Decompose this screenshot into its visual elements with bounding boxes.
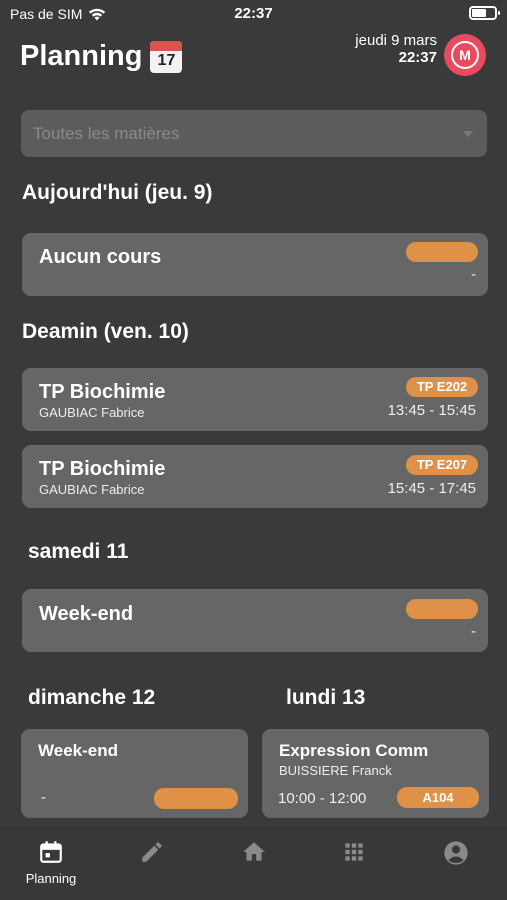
course-card[interactable]: Week-end -	[22, 589, 488, 652]
course-card[interactable]: Aucun cours -	[22, 233, 488, 296]
status-time: 22:37	[234, 5, 273, 22]
course-time: 15:45 - 17:45	[387, 480, 476, 497]
calendar-emoji-day: 17	[157, 51, 176, 69]
calendar-icon	[40, 841, 62, 863]
course-card[interactable]: Expression Comm BUISSIERE Franck 10:00 -…	[262, 729, 489, 818]
page-title: Planning 17	[20, 40, 183, 73]
header: Planning 17 jeudi 9 mars 22:37 M	[0, 28, 507, 98]
status-bar: Pas de SIM 22:37	[0, 0, 507, 28]
tab-planning-label: Planning	[25, 871, 77, 886]
course-card[interactable]: TP Biochimie GAUBIAC Fabrice TP E207 15:…	[22, 445, 488, 508]
dropdown-arrow-icon	[463, 131, 473, 137]
home-icon	[243, 842, 265, 861]
tab-apps[interactable]	[319, 839, 389, 865]
section-title-today: Aujourd'hui (jeu. 9)	[22, 181, 213, 204]
room-badge	[154, 788, 238, 809]
section-title-sunday: dimanche 12	[28, 686, 156, 709]
course-title: Expression Comm	[279, 741, 429, 760]
course-card[interactable]: Week-end -	[21, 729, 248, 818]
tab-edit[interactable]	[117, 839, 187, 865]
room-badge: A104	[397, 787, 479, 808]
battery-icon	[469, 6, 500, 20]
room-badge: TP E207	[406, 455, 478, 475]
room-badge	[406, 242, 478, 262]
course-time: -	[471, 266, 476, 283]
subject-filter-placeholder: Toutes les matières	[33, 124, 180, 143]
account-icon	[444, 841, 468, 865]
section-title-tomorrow: Deamin (ven. 10)	[22, 320, 189, 343]
room-badge: TP E202	[406, 377, 478, 397]
course-time: -	[471, 623, 476, 640]
course-teacher: GAUBIAC Fabrice	[39, 482, 145, 497]
pencil-icon	[142, 842, 162, 862]
page-title-text: Planning	[20, 40, 143, 72]
tab-home[interactable]	[219, 839, 289, 865]
calendar-emoji-icon: 17	[150, 40, 183, 73]
subject-filter-select[interactable]: Toutes les matières	[21, 110, 487, 157]
tab-account[interactable]	[421, 839, 491, 867]
header-date: jeudi 9 mars	[355, 32, 437, 49]
course-card[interactable]: TP Biochimie GAUBIAC Fabrice TP E202 13:…	[22, 368, 488, 431]
course-title: TP Biochimie	[39, 458, 166, 480]
room-badge	[406, 599, 478, 619]
course-time: 10:00 - 12:00	[278, 790, 367, 807]
course-time: 13:45 - 15:45	[387, 402, 476, 419]
course-teacher: BUISSIERE Franck	[279, 763, 392, 778]
course-title: TP Biochimie	[39, 381, 166, 403]
section-title-monday: lundi 13	[286, 686, 366, 709]
header-datetime: jeudi 9 mars 22:37	[355, 32, 437, 66]
section-title-saturday: samedi 11	[28, 540, 129, 563]
grid-icon	[345, 843, 363, 861]
course-teacher: GAUBIAC Fabrice	[39, 405, 145, 420]
course-time: -	[41, 789, 46, 806]
tab-planning[interactable]: Planning	[16, 839, 86, 886]
course-title: Week-end	[39, 603, 134, 625]
course-title: Aucun cours	[39, 246, 162, 268]
course-title: Week-end	[38, 741, 118, 760]
tab-bar: Planning	[0, 828, 507, 900]
avatar[interactable]: M	[444, 34, 486, 76]
avatar-logo: M	[451, 41, 479, 69]
header-time: 22:37	[398, 49, 437, 66]
